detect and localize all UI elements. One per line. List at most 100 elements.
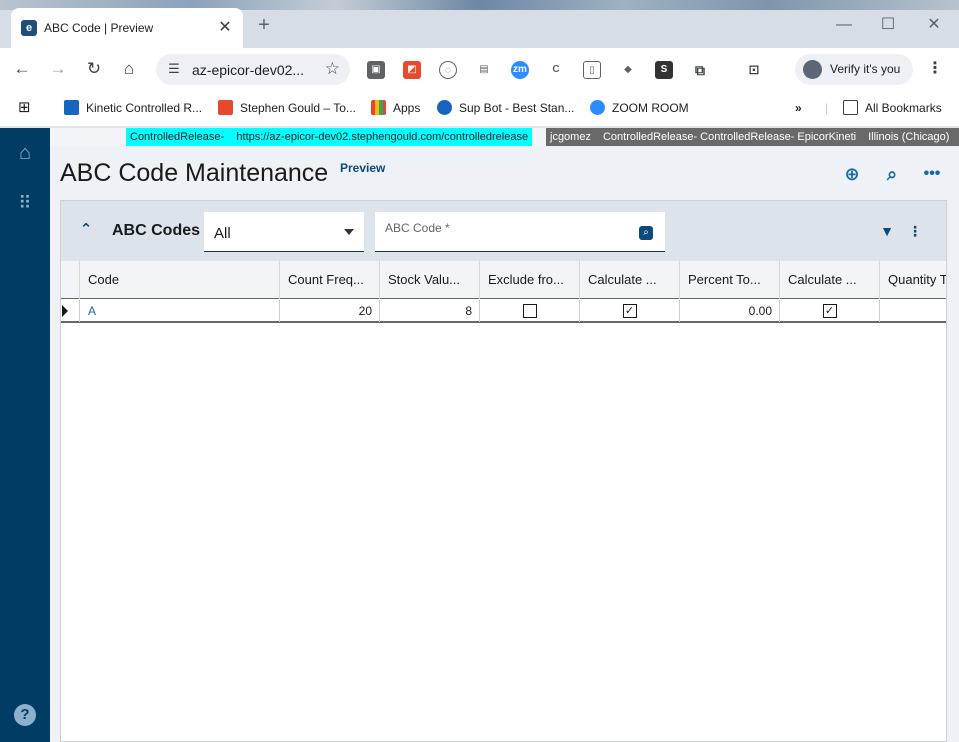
calculate-1-checkbox[interactable]: ✓ [622,304,637,318]
cell-calculate-1[interactable]: ✓ [580,300,680,322]
row-indicator-header [61,261,80,299]
page-title: ABC Code Maintenance [60,159,329,187]
col-header-calculate-1[interactable]: Calculate ... [580,261,680,299]
bookmark-todoist-icon [218,100,233,115]
maximize-icon[interactable]: ☐ [878,15,898,35]
extension-6-icon[interactable]: C [547,61,565,79]
panel-menu-icon[interactable]: ⋮ [907,223,923,239]
environment-bar: ControlledRelease- https://az-epicor-dev… [50,128,959,146]
collapse-chevron-icon[interactable]: ⌃ [76,220,96,240]
env-release-url: ControlledRelease- https://az-epicor-dev… [126,128,533,146]
extension-3-icon[interactable]: ◌ [439,61,457,79]
home-nav-icon[interactable]: ⌂ [14,142,36,164]
reload-icon[interactable]: ↻ [83,58,105,80]
cell-exclude-from[interactable] [480,300,580,322]
app-left-nav: ⌂ ⠿ [0,128,50,742]
bookmark-kinetic[interactable]: Kinetic Controlled R... [64,99,202,117]
cell-quantity[interactable] [880,300,946,322]
abc-code-search[interactable]: ⌕ [375,212,665,252]
extension-8-icon[interactable]: ◆ [619,61,637,79]
filter-dropdown[interactable]: All [204,212,364,252]
tab-close-icon[interactable]: ✕ [215,18,235,38]
env-user: jcgomez [550,131,591,143]
menu-grid-icon[interactable]: ⠿ [14,192,36,214]
panel-title: ABC Codes [112,222,201,239]
preview-label: Preview [340,161,386,175]
profile-verify-button[interactable]: Verify it's you [795,54,913,85]
search-icon[interactable]: ⌕ [882,164,902,184]
browser-tab-strip: e ABC Code | Preview ✕ + — ☐ ✕ [0,0,959,48]
dropdown-arrow-icon [344,229,354,235]
cell-code[interactable]: A [80,300,280,322]
env-user-info: jcgomez ControlledRelease- ControlledRele… [546,128,959,146]
address-bar[interactable]: ☰ az-epicor-dev02... ☆ [156,54,350,85]
col-header-calculate-2[interactable]: Calculate ... [780,261,880,299]
more-bookmarks-chevron-icon[interactable]: » [795,99,802,117]
extension-7-icon[interactable]: ▯ [583,61,601,79]
back-icon[interactable]: ← [11,58,33,80]
col-header-percent-to[interactable]: Percent To... [680,261,780,299]
bookmarks-bar: ⊞ Kinetic Controlled R... Stephen Gould … [0,91,959,127]
col-header-code[interactable]: Code [80,261,280,299]
abc-codes-panel: ⌃ ABC Codes All ⌕ ▼ ⋮ Code Count Freq...… [60,200,947,742]
bookmark-sup-bot[interactable]: Sup Bot - Best Stan... [437,99,574,117]
extension-2-icon[interactable]: ◩ [403,61,421,79]
cell-stock-value[interactable]: 8 [380,300,480,322]
env-site: Illinois (Chicago) [868,131,950,143]
verify-label: Verify it's you [830,62,901,76]
col-header-count-freq[interactable]: Count Freq... [280,261,380,299]
site-info-icon[interactable]: ☰ [166,61,182,77]
lookup-search-icon[interactable]: ⌕ [639,226,653,240]
extension-1-icon[interactable]: ▣ [367,61,385,79]
env-company: ControlledRelease- ControlledRelease- Ep… [602,131,857,143]
bookmark-star-icon[interactable]: ☆ [325,59,340,79]
extension-s-icon[interactable]: S [655,61,673,79]
grid-header: Code Count Freq... Stock Valu... Exclude… [61,261,946,299]
bookmark-bot-icon [437,100,452,115]
apps-grid-icon[interactable]: ⊞ [18,99,31,117]
bookmarks-divider: | [825,101,829,115]
cell-calculate-2[interactable]: ✓ [780,300,880,322]
cell-percent-to[interactable]: 0.00 [680,300,780,322]
col-header-quantity[interactable]: Quantity T [880,261,946,299]
tab-search-icon[interactable]: ⊡ [745,61,763,79]
folder-icon [843,100,858,115]
all-bookmarks[interactable]: All Bookmarks [843,99,942,117]
tab-title: ABC Code | Preview [44,21,154,35]
bookmark-apps[interactable]: Apps [371,99,420,117]
window-close-icon[interactable]: ✕ [924,15,944,35]
more-options-icon[interactable]: ••• [922,164,942,184]
abc-codes-grid: Code Count Freq... Stock Valu... Exclude… [61,261,946,741]
col-header-exclude-from[interactable]: Exclude fro... [480,261,580,299]
minimize-icon[interactable]: — [834,15,854,35]
extensions-puzzle-icon[interactable]: ⧉ [691,61,709,79]
home-icon[interactable]: ⌂ [118,58,140,80]
bookmark-kinetic-icon [64,100,79,115]
extension-4-icon[interactable]: ▤ [475,61,493,79]
new-tab-icon[interactable]: + [254,15,274,35]
chrome-menu-icon[interactable]: ⋮ [926,59,944,79]
filter-funnel-icon[interactable]: ▼ [879,223,895,239]
address-url[interactable]: az-epicor-dev02... [192,62,304,78]
exclude-from-checkbox[interactable] [522,304,537,318]
browser-tab-active[interactable]: e ABC Code | Preview ✕ [11,8,243,48]
browser-toolbar: ← → ↻ ⌂ ☰ az-epicor-dev02... ☆ ▣ ◩ ◌ ▤ z… [0,48,959,91]
row-pointer-icon [62,305,68,317]
abc-code-input[interactable] [385,218,625,238]
col-header-stock-value[interactable]: Stock Valu... [380,261,480,299]
filter-value: All [214,225,231,242]
avatar [803,60,822,79]
forward-icon[interactable]: → [47,58,69,80]
bookmark-apps-icon [371,100,386,115]
panel-header: ⌃ ABC Codes All ⌕ ▼ ⋮ [61,201,946,261]
cell-count-freq[interactable]: 20 [280,300,380,322]
epicor-favicon-icon: e [21,20,37,36]
bookmark-stephen-gould[interactable]: Stephen Gould – To... [218,99,356,117]
help-icon[interactable]: ? [14,704,36,726]
main-content: ABC Code Maintenance Preview ⊕ ⌕ ••• ⌃ A… [50,146,959,742]
bookmark-zoom-room[interactable]: ZOOM ROOM [590,99,689,117]
add-new-icon[interactable]: ⊕ [842,164,862,184]
table-row[interactable]: A 20 8 ✓ 0.00 ✓ [61,300,946,323]
zoom-extension-icon[interactable]: zm [511,61,529,79]
calculate-2-checkbox[interactable]: ✓ [822,304,837,318]
